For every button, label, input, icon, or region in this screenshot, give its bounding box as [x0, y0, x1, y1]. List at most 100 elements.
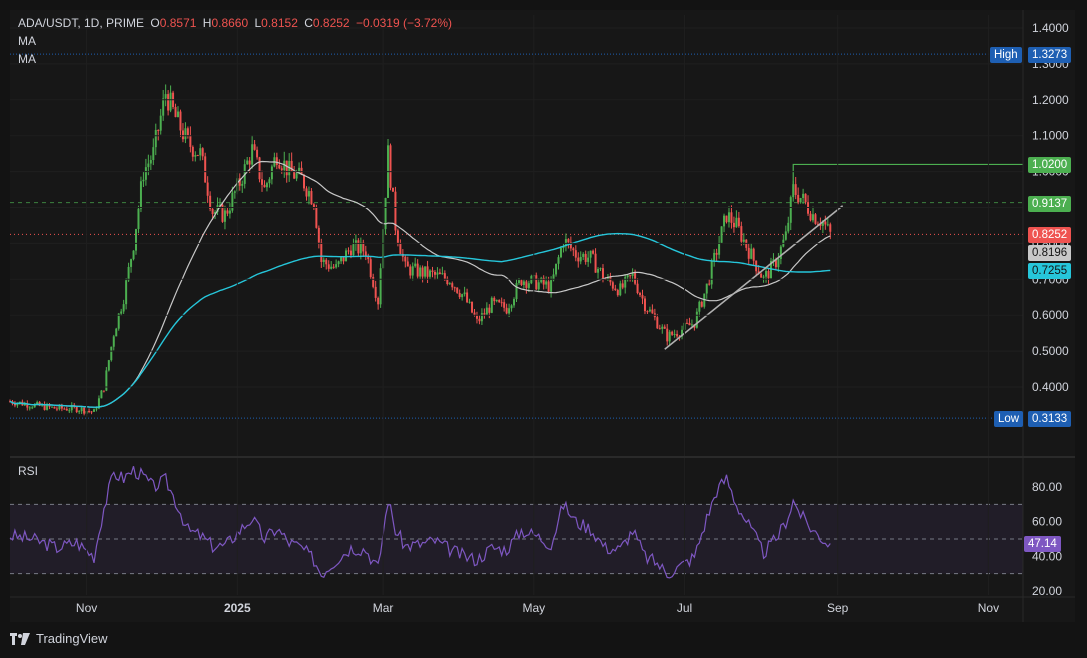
candle-body [656, 317, 659, 329]
candle-body [327, 264, 330, 269]
candle-body [826, 224, 829, 226]
candle-326 [814, 212, 817, 225]
candle-body [142, 179, 145, 182]
candle-body [671, 331, 674, 335]
candle-body [485, 307, 488, 315]
candle-body [421, 267, 424, 277]
candle-body [186, 128, 189, 136]
candle-body [248, 160, 251, 165]
candle-body [767, 270, 770, 279]
candle-body [750, 248, 753, 259]
candle-body [720, 226, 723, 243]
candle-body [159, 115, 162, 131]
candle-body [510, 305, 513, 309]
candle-body [209, 195, 212, 209]
candle-body [475, 315, 478, 319]
candle-body [253, 144, 256, 150]
candle-body [651, 309, 654, 314]
candle-body [75, 406, 78, 413]
candle-body [668, 331, 671, 342]
candle-body [345, 250, 348, 262]
candle-body [411, 266, 414, 276]
symbol-title: ADA/USDT, 1D, PRIME [18, 16, 145, 30]
candle-50 [132, 250, 135, 261]
candle-body [658, 328, 661, 330]
candle-body [574, 250, 577, 258]
candle-body [646, 311, 649, 313]
candle-body [406, 261, 409, 267]
time-tick-1: 2025 [224, 601, 251, 615]
candle-body [619, 283, 622, 296]
candle-body [490, 297, 493, 313]
candle-body [705, 283, 708, 294]
ma-legend-1[interactable]: MA [18, 34, 36, 48]
candle-187 [471, 301, 474, 314]
candle-body [461, 294, 464, 298]
candle-body [347, 250, 350, 252]
candle-body [102, 390, 105, 392]
candle-body [443, 273, 446, 279]
candle-body [804, 193, 807, 203]
time-tick-0: Nov [76, 601, 97, 615]
candle-281 [703, 293, 706, 309]
candle-body [419, 267, 422, 277]
candle-body [117, 313, 120, 329]
open-value: 0.8571 [159, 16, 197, 30]
low-badge-value: 0.3133 [1028, 411, 1072, 427]
candle-body [695, 311, 698, 328]
candle-body [169, 92, 172, 111]
price-tick-8: 0.6000 [1032, 308, 1069, 322]
candle-body [433, 271, 436, 275]
candle-body [688, 322, 691, 326]
candle-body [797, 194, 800, 203]
candle-body [357, 240, 360, 254]
candle-body [540, 277, 543, 283]
candle-86 [221, 203, 224, 223]
candle-body [559, 247, 562, 258]
candle-body [132, 250, 135, 260]
candle-body [500, 302, 503, 304]
rsi-value-label: 47.14 [1024, 536, 1061, 552]
candle-body [63, 408, 66, 410]
candle-body [441, 273, 444, 275]
candle-body [438, 272, 441, 275]
candle-body [389, 145, 392, 188]
candle-41 [110, 346, 113, 362]
candle-body [505, 307, 508, 314]
tradingview-logo[interactable]: TradingView [10, 631, 108, 646]
candle-body [535, 275, 538, 290]
ma-fast-price-label: 0.8196 [1028, 245, 1072, 261]
candle-body [51, 406, 54, 408]
candle-body [191, 146, 194, 157]
candle-body [295, 173, 298, 179]
time-tick-3: May [522, 601, 545, 615]
candle-body [55, 408, 58, 410]
candle-body [263, 184, 266, 188]
ma-legend-2[interactable]: MA [18, 52, 36, 66]
candle-body [330, 266, 333, 269]
candle-body [621, 283, 624, 288]
candle-body [127, 266, 130, 281]
candle-body [310, 191, 313, 205]
candle-body [359, 242, 362, 254]
price-tick-3: 1.1000 [1032, 129, 1069, 143]
candle-body [520, 280, 523, 285]
candle-body [144, 167, 147, 180]
candle-body [377, 297, 380, 305]
candle-body [735, 217, 738, 228]
rsi-legend[interactable]: RSI [18, 464, 38, 478]
candle-body [718, 242, 721, 255]
candle-body [742, 239, 745, 242]
candle-43 [115, 327, 118, 337]
candle-body [374, 286, 377, 298]
candle-18 [53, 406, 56, 409]
close-label: C [304, 16, 313, 30]
candle-body [601, 268, 604, 279]
candle-body [251, 144, 254, 165]
candle-body [206, 182, 209, 196]
candle-body [572, 248, 575, 251]
candle-body [174, 107, 177, 118]
last-price-label: 0.8252 [1028, 227, 1072, 243]
candle-body [513, 299, 516, 306]
candle-body [379, 268, 382, 305]
